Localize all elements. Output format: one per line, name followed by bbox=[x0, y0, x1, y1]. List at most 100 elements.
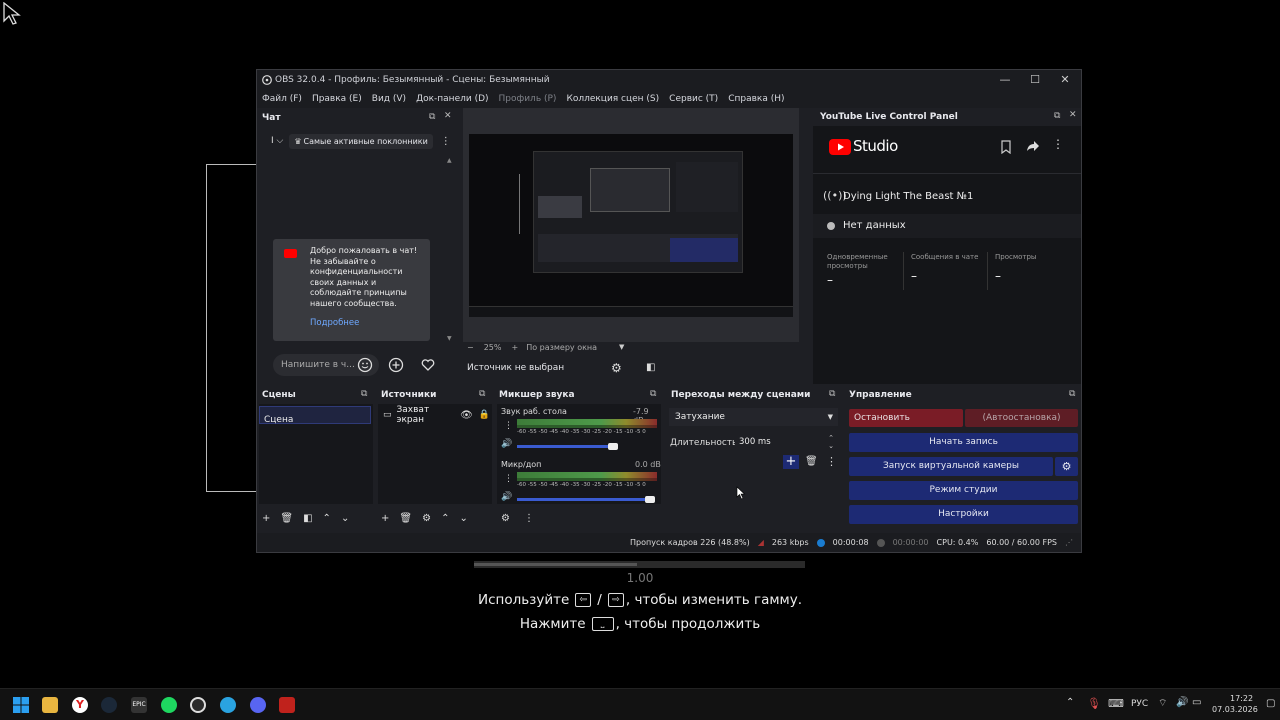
more-vert-icon[interactable]: ⋮ bbox=[1052, 137, 1064, 151]
chat-filter[interactable]: I ⌵ ♛ Самые активные поклонники ⋮ bbox=[271, 133, 451, 149]
auto-stop-button[interactable]: (Автоостановка) bbox=[965, 409, 1078, 427]
chevron-up-icon[interactable]: ⌃ bbox=[323, 513, 331, 524]
more-vert-icon[interactable]: ⋮ bbox=[441, 136, 451, 147]
minimize-icon[interactable]: — bbox=[995, 72, 1015, 88]
windows-start-icon[interactable] bbox=[13, 697, 29, 713]
close-icon[interactable]: ✕ bbox=[444, 111, 452, 121]
telegram-icon[interactable] bbox=[220, 697, 236, 713]
settings-button[interactable]: Настройки bbox=[849, 505, 1078, 524]
emoji-icon[interactable] bbox=[357, 357, 373, 373]
menu-view[interactable]: Вид (V) bbox=[372, 94, 406, 104]
volume-slider[interactable] bbox=[517, 498, 653, 501]
add-icon[interactable]: + bbox=[783, 455, 799, 469]
clock-time[interactable]: 17:22 bbox=[1230, 694, 1253, 703]
add-icon[interactable]: + bbox=[262, 513, 270, 524]
source-item[interactable]: ▭ Захват экран 👁 🔒 bbox=[378, 405, 490, 425]
float-icon[interactable]: ⧉ bbox=[829, 389, 835, 399]
resize-grip-icon[interactable]: ⋰ bbox=[1065, 538, 1073, 547]
duration-input[interactable]: 300 ms ⌃ ⌄ bbox=[735, 432, 838, 452]
explorer-icon[interactable] bbox=[42, 697, 58, 713]
filter-icon[interactable]: ◧ bbox=[303, 513, 312, 524]
float-icon[interactable]: ⧉ bbox=[361, 389, 367, 399]
notification-icon[interactable]: ▢ bbox=[1266, 698, 1275, 709]
virtual-camera-button[interactable]: Запуск виртуальной камеры bbox=[849, 457, 1053, 476]
share-icon[interactable] bbox=[1025, 139, 1041, 153]
obs-taskbar-icon[interactable] bbox=[190, 697, 206, 713]
float-icon[interactable]: ⧉ bbox=[1054, 111, 1060, 121]
float-icon[interactable]: ⧉ bbox=[1069, 389, 1075, 399]
float-icon[interactable]: ⧉ bbox=[479, 389, 485, 399]
keyboard-icon[interactable]: ⌨ bbox=[1108, 697, 1124, 710]
taskbar: Y EPIC ⌃ 🎙 ⌨ РУС ⌔ 🔊 ▭ 17:22 07.03.2026 … bbox=[0, 688, 1280, 720]
volume-icon[interactable]: 🔊 bbox=[501, 439, 512, 449]
menu-file[interactable]: Файл (F) bbox=[262, 94, 302, 104]
stop-stream-button[interactable]: Остановить трансляцию bbox=[849, 409, 963, 441]
add-icon[interactable]: + bbox=[381, 513, 389, 524]
float-icon[interactable]: ⧉ bbox=[650, 389, 656, 399]
top-fans-chip[interactable]: ♛ Самые активные поклонники bbox=[289, 133, 433, 149]
maximize-icon[interactable]: ☐ bbox=[1025, 72, 1045, 88]
steam-icon[interactable] bbox=[101, 697, 117, 713]
menu-scene-collection[interactable]: Коллекция сцен (S) bbox=[566, 94, 659, 104]
heart-icon[interactable] bbox=[420, 357, 436, 373]
chevron-down-icon[interactable]: ⌄ bbox=[459, 513, 467, 524]
bookmark-icon[interactable] bbox=[1000, 140, 1012, 154]
studio-mode-button[interactable]: Режим студии bbox=[849, 481, 1078, 500]
trash-icon[interactable]: 🗑 bbox=[399, 513, 412, 524]
start-record-button[interactable]: Начать запись bbox=[849, 433, 1078, 452]
volume-knob[interactable] bbox=[608, 443, 618, 450]
more-vert-icon[interactable]: ⋮ bbox=[826, 455, 837, 468]
more-vert-icon[interactable]: ⋮ bbox=[504, 474, 513, 484]
lock-icon[interactable]: 🔒 bbox=[479, 410, 490, 420]
scroll-down-icon[interactable]: ▼ bbox=[447, 335, 452, 342]
volume-icon[interactable]: 🔊 bbox=[501, 492, 512, 502]
filter-icon[interactable]: ◧ bbox=[646, 362, 655, 373]
stepper-icon[interactable]: ⌃ ⌄ bbox=[828, 434, 834, 450]
eye-icon[interactable]: 👁 bbox=[460, 410, 473, 421]
zoom-out-icon[interactable]: − bbox=[467, 343, 474, 352]
learn-more-link[interactable]: Подробнее bbox=[310, 318, 359, 328]
menu-docks[interactable]: Док-панели (D) bbox=[416, 94, 488, 104]
chevron-down-icon[interactable]: ⌄ bbox=[341, 513, 349, 524]
chevron-down-icon[interactable]: I ⌵ bbox=[271, 136, 283, 146]
menu-help[interactable]: Справка (H) bbox=[728, 94, 784, 104]
scroll-up-icon[interactable]: ▲ bbox=[447, 157, 452, 164]
menu-tools[interactable]: Сервис (T) bbox=[669, 94, 718, 104]
close-icon[interactable]: ✕ bbox=[1069, 110, 1077, 120]
microphone-icon[interactable]: 🎙 bbox=[1087, 697, 1101, 710]
trash-icon[interactable]: 🗑 bbox=[805, 456, 818, 467]
more-vert-icon[interactable]: ⋮ bbox=[504, 421, 513, 431]
yandex-browser-icon[interactable]: Y bbox=[72, 697, 88, 713]
discord-icon[interactable] bbox=[250, 697, 266, 713]
scene-item[interactable]: Сцена bbox=[259, 406, 371, 425]
battery-icon[interactable]: ▭ bbox=[1192, 697, 1201, 708]
spotify-icon[interactable] bbox=[161, 697, 177, 713]
menu-edit[interactable]: Правка (E) bbox=[312, 94, 362, 104]
more-vert-icon[interactable]: ⋮ bbox=[524, 513, 534, 524]
chevron-up-icon[interactable]: ⌃ bbox=[441, 513, 449, 524]
transition-select[interactable]: Затухание ▼ bbox=[669, 408, 838, 426]
menu-profile[interactable]: Профиль (P) bbox=[499, 94, 557, 104]
status-row: Нет данных bbox=[813, 214, 1081, 238]
zoom-dropdown-icon[interactable]: ▼ bbox=[619, 343, 624, 351]
clock-date[interactable]: 07.03.2026 bbox=[1212, 705, 1258, 714]
volume-knob[interactable] bbox=[645, 496, 655, 503]
language-indicator[interactable]: РУС bbox=[1131, 699, 1148, 709]
zoom-in-icon[interactable]: + bbox=[511, 343, 518, 352]
gear-icon[interactable]: ⚙ bbox=[1055, 457, 1078, 476]
wifi-icon[interactable]: ⌔ bbox=[1158, 697, 1167, 710]
volume-icon[interactable]: 🔊 bbox=[1176, 697, 1188, 708]
volume-slider[interactable] bbox=[517, 445, 617, 448]
game-icon[interactable] bbox=[279, 697, 295, 713]
add-icon[interactable] bbox=[388, 357, 404, 373]
fit-window-label[interactable]: По размеру окна bbox=[526, 343, 597, 352]
gear-icon[interactable]: ⚙ bbox=[422, 513, 431, 524]
gear-icon[interactable]: ⚙ bbox=[611, 361, 622, 375]
chevron-up-icon[interactable]: ⌃ bbox=[1066, 697, 1074, 708]
link-icon[interactable]: ⚙ bbox=[501, 513, 510, 524]
mouse-cursor-icon bbox=[3, 2, 21, 25]
float-icon[interactable]: ⧉ bbox=[429, 112, 435, 122]
epic-games-icon[interactable]: EPIC bbox=[131, 697, 147, 713]
trash-icon[interactable]: 🗑 bbox=[280, 513, 293, 524]
close-icon[interactable]: ✕ bbox=[1055, 72, 1075, 88]
